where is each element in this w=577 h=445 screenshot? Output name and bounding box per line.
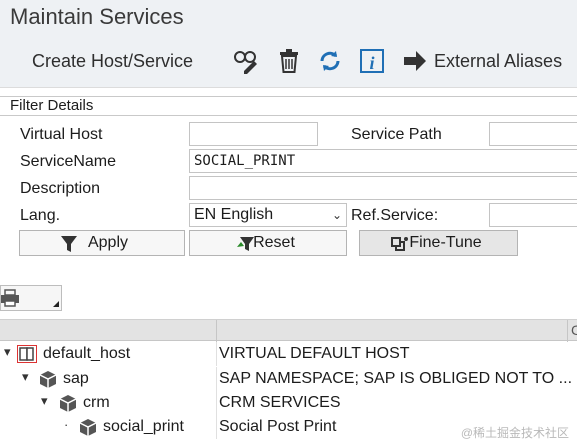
arrow-right-icon: [404, 51, 426, 71]
lang-select-value: EN English: [194, 206, 274, 223]
tree-row-crm[interactable]: ▾ crm CRM SERVICES: [0, 391, 577, 415]
reset-button[interactable]: Reset: [189, 230, 347, 256]
host-icon: [17, 345, 37, 363]
fine-tune-icon: [391, 237, 408, 251]
package-icon: [59, 395, 77, 412]
package-icon: [39, 371, 57, 388]
external-aliases-button[interactable]: External Aliases: [434, 51, 562, 72]
fine-tune-button[interactable]: Fine-Tune: [359, 230, 518, 256]
print-menu-button[interactable]: [0, 285, 62, 311]
svg-text:i: i: [369, 53, 374, 73]
chevron-down-icon: ⌄: [331, 208, 342, 222]
page-title: Maintain Services: [10, 4, 184, 29]
filter-funnel-icon: [61, 236, 77, 252]
column-header-c[interactable]: C: [571, 322, 577, 338]
display-change-icon[interactable]: [232, 47, 260, 75]
filter-details-header: Filter Details: [0, 96, 577, 116]
apply-button-label: Apply: [87, 234, 129, 251]
lang-label: Lang.: [20, 207, 61, 224]
cell-divider: [216, 367, 217, 391]
apply-button[interactable]: Apply: [19, 230, 185, 256]
trash-icon[interactable]: [275, 47, 303, 75]
description-label: Description: [20, 180, 101, 197]
refresh-icon[interactable]: [316, 47, 344, 75]
tree-row-sap[interactable]: ▾ sap SAP NAMESPACE; SAP IS OBLIGED NOT …: [0, 367, 577, 391]
service-name-label: ServiceName: [20, 153, 117, 170]
fine-tune-button-label: Fine-Tune: [409, 234, 482, 251]
cell-divider: [216, 415, 217, 439]
watermark: @稀土掘金技术社区: [460, 426, 569, 440]
tree-node-label: sap: [63, 370, 89, 387]
ref-service-label: Ref.Service:: [351, 207, 439, 224]
title-bar: Maintain Services: [0, 0, 577, 36]
tree-grid-header: C: [0, 319, 577, 342]
cell-divider: [216, 391, 217, 415]
tree-node-label: default_host: [43, 345, 131, 362]
service-path-input[interactable]: [489, 122, 577, 146]
service-path-label: Service Path: [351, 126, 442, 143]
tree-node-label: social_print: [103, 418, 184, 435]
virtual-host-input[interactable]: [189, 122, 318, 146]
info-icon[interactable]: i: [358, 47, 386, 75]
printer-icon: [1, 289, 19, 307]
service-name-input[interactable]: SOCIAL_PRINT: [189, 149, 577, 173]
tree-node-label: crm: [83, 394, 110, 411]
reset-button-label: Reset: [253, 234, 295, 251]
expand-arrow-icon[interactable]: ▾: [41, 393, 48, 409]
tree-row-default-host[interactable]: ▾ default_host VIRTUAL DEFAULT HOST: [0, 342, 577, 366]
application-toolbar: Create Host/Service i External Aliases: [0, 36, 577, 88]
tree-node-description: SAP NAMESPACE; SAP IS OBLIGED NOT TO ...: [219, 370, 573, 387]
lang-select[interactable]: EN English ⌄: [189, 203, 347, 227]
expand-arrow-icon[interactable]: ▾: [22, 369, 29, 385]
dropdown-triangle-icon: [53, 301, 59, 307]
tree-node-description: Social Post Print: [219, 418, 337, 435]
cell-divider: [216, 342, 217, 366]
service-icon: [79, 419, 97, 436]
create-host-service-button[interactable]: Create Host/Service: [32, 51, 193, 72]
expand-arrow-icon[interactable]: ▾: [4, 344, 11, 360]
reset-filter-icon: [237, 237, 254, 251]
tree-node-description: VIRTUAL DEFAULT HOST: [219, 345, 410, 362]
ref-service-input[interactable]: [489, 203, 577, 227]
tree-node-description: CRM SERVICES: [219, 394, 341, 411]
description-input[interactable]: [189, 176, 577, 200]
column-separator[interactable]: [216, 320, 217, 342]
virtual-host-label: Virtual Host: [20, 126, 103, 143]
leaf-dot-icon: ·: [64, 417, 69, 432]
column-separator[interactable]: [567, 320, 568, 342]
